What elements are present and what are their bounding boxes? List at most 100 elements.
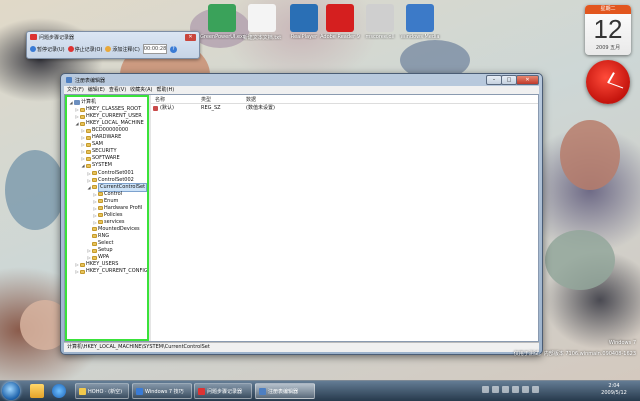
collapse-arrow-icon[interactable]: ◢ [69,99,73,106]
stop-record-button[interactable]: 停止记录(O) [67,46,102,53]
taskbar-button[interactable]: HOHO · (新空) [75,383,129,399]
column-header-data[interactable]: 数据 [246,96,256,103]
folder-icon [86,149,91,154]
tree-node[interactable]: ▷ Control [93,191,122,198]
tree-node[interactable]: ▷ HKEY_CLASSES_ROOT [75,106,141,113]
folder-icon [80,114,85,119]
maximize-button[interactable]: □ [501,75,517,85]
expand-arrow-icon[interactable]: ▷ [75,261,79,268]
folder-icon [98,220,103,225]
expand-arrow-icon[interactable]: ▷ [93,191,97,198]
expand-arrow-icon[interactable]: ▷ [87,170,91,177]
desktop-icon[interactable]: GreenPowerUI.exe [200,4,244,40]
tree-node[interactable]: RNG [87,233,109,240]
tree-node[interactable]: ▷ SECURITY [81,148,116,155]
expand-arrow-icon[interactable]: ▷ [87,247,91,254]
expand-arrow-icon[interactable]: ▷ [75,106,79,113]
tree-node[interactable]: ◢ 计算机 [69,99,96,106]
tree-node-label: Control [104,190,123,197]
expand-arrow-icon[interactable]: ▷ [81,141,85,148]
tree-node[interactable]: ▷ ControlSet001 [87,170,133,177]
recorder-close-button[interactable]: ✕ [185,34,196,41]
collapse-arrow-icon[interactable]: ◢ [75,120,79,127]
collapse-arrow-icon[interactable]: ◢ [81,162,85,169]
tree-node-label: SAM [92,141,104,148]
explorer-icon[interactable] [30,384,44,398]
value-data: (数值未设置) [246,105,275,111]
tree-node[interactable]: ▷ Enum [93,198,118,205]
tree-node[interactable]: ◢ CurrentControlSet [87,182,147,192]
tree-node[interactable]: ▷ Hardware Profil [93,205,142,212]
desktop-icon[interactable]: mscoree.dll [358,4,402,40]
expand-arrow-icon[interactable]: ▷ [81,148,85,155]
taskbar-button[interactable]: 注册表编辑器 [255,383,315,399]
taskbar-app-icon [79,387,86,395]
tree-node[interactable]: ▷ HKEY_USERS [75,261,118,268]
expand-arrow-icon[interactable]: ▷ [93,205,97,212]
tree-node[interactable]: ▷ WPA [87,254,109,261]
clock-gadget[interactable] [586,60,630,104]
tree-node[interactable]: ▷ HARDWARE [81,134,121,141]
expand-arrow-icon[interactable]: ▷ [75,268,79,275]
volume-icon[interactable] [522,386,529,393]
tree-node[interactable]: ▷ services [93,219,124,226]
taskbar-clock[interactable]: 2:04 2009/5/12 [596,383,632,397]
expand-arrow-icon[interactable]: ▷ [81,155,85,162]
tray-icon[interactable] [502,386,509,393]
expand-arrow-icon[interactable]: ▷ [87,177,91,184]
folder-icon [92,227,97,232]
menu-item[interactable]: 编辑(E) [88,86,105,94]
tree-node[interactable]: ▷ BCD00000000 [81,127,128,134]
expand-arrow-icon[interactable]: ▷ [93,212,97,219]
folder-icon [86,142,91,147]
tree-node[interactable]: ◢ SYSTEM [81,162,111,169]
taskbar-button[interactable]: 问题步骤记录器 [194,383,252,399]
internet-explorer-icon[interactable] [52,384,66,398]
tree-node[interactable]: ▷ HKEY_CURRENT_USER [75,113,141,120]
value-list[interactable]: 名称 类型 数据 (默认) REG_SZ (数值未设置) [151,95,538,341]
tree-node[interactable]: MountedDevices [87,226,140,233]
folder-icon [92,178,97,183]
start-button[interactable] [2,382,20,400]
add-comment-button[interactable]: 添加注释(C) [105,46,140,53]
desktop-icon[interactable]: Windows Media [398,4,442,40]
menu-item[interactable]: 查看(V) [109,86,126,94]
tray-icon[interactable] [512,386,519,393]
desktop-icon[interactable]: Adobe Reader 9 [318,4,362,40]
column-header-name[interactable]: 名称 [155,96,165,103]
taskbar-button[interactable]: Windows 7 技巧 [132,383,192,399]
table-row[interactable]: (默认) REG_SZ (数值未设置) [151,105,538,112]
menu-item[interactable]: 收藏夹(A) [130,86,152,94]
collapse-arrow-icon[interactable]: ◢ [87,184,91,191]
expand-arrow-icon[interactable]: ▷ [81,134,85,141]
help-icon[interactable]: ? [169,45,177,53]
calendar-gadget[interactable]: 星期二 12 2009 五月 [585,5,631,55]
network-icon[interactable] [532,386,539,393]
menu-bar: 文件(F) 编辑(E) 查看(V) 收藏夹(A) 帮助(H) [64,86,539,94]
tree-node[interactable]: ▷ SAM [81,141,103,148]
tree-node[interactable]: ▷ SOFTWARE [81,155,119,162]
expand-arrow-icon[interactable]: ▷ [93,198,97,205]
desktop-icon[interactable]: 新建文本文档.txt [240,4,284,41]
column-header-type[interactable]: 类型 [201,96,211,103]
minimize-button[interactable]: – [486,75,502,85]
tree-node[interactable]: Select [87,240,113,247]
expand-arrow-icon[interactable]: ▷ [75,113,79,120]
menu-item[interactable]: 文件(F) [67,86,84,94]
tray-icon[interactable] [482,386,489,393]
tree-node[interactable]: ▷ HKEY_CURRENT_CONFIG [75,268,147,275]
expand-arrow-icon[interactable]: ▷ [93,219,97,226]
tree-node[interactable]: ◢ HKEY_LOCAL_MACHINE [75,120,143,127]
tree-node[interactable]: ▷ Setup [87,247,112,254]
calendar-day: 12 [593,14,623,44]
tree-node[interactable]: ▷ Policies [93,212,122,219]
registry-tree[interactable]: ◢ 计算机 ▷ HKEY_CLASSES_ROOT ▷ HKEY_CURRENT_USER… [65,95,149,341]
title-bar[interactable]: 注册表编辑器 – □ ✕ [61,74,542,86]
close-button[interactable]: ✕ [516,75,539,85]
expand-arrow-icon[interactable]: ▷ [81,127,85,134]
pause-record-button[interactable]: 暂停记录(U) [30,46,65,53]
folder-icon [92,234,97,239]
expand-arrow-icon[interactable]: ▷ [87,254,91,261]
tray-icon[interactable] [492,386,499,393]
menu-item[interactable]: 帮助(H) [157,86,175,94]
